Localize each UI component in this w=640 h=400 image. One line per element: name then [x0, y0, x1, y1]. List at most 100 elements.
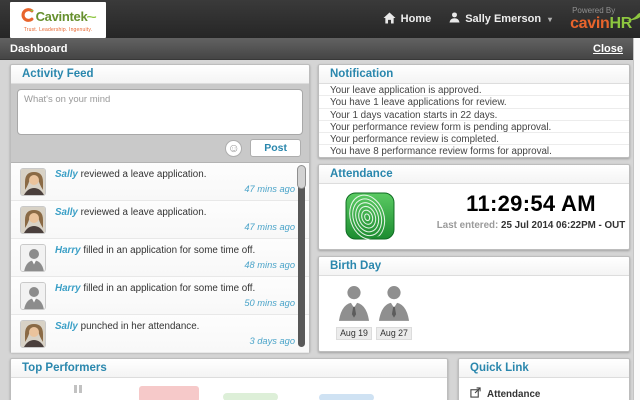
feed-item[interactable]: Sally punched in her attendance. 3 days … — [11, 315, 309, 353]
feed-item-text: Sally reviewed a leave application. — [55, 169, 295, 180]
activity-feed-panel: Activity Feed ☺ Post Sally reviewed a le… — [10, 64, 310, 353]
cavintek-swoosh: ~ — [86, 9, 98, 24]
feed-action: punched in her attendance. — [80, 321, 200, 332]
top-nav-right: Home Sally Emerson ▾ Powered By cavinHR — [383, 0, 640, 38]
notification-item[interactable]: Your performance review is completed. — [319, 133, 629, 146]
page-title: Dashboard — [10, 42, 68, 55]
avatar-silhouette-man — [20, 244, 46, 272]
feed-scrollbar-track[interactable] — [298, 171, 305, 347]
fingerprint-icon[interactable] — [345, 192, 395, 240]
feed-action: reviewed a leave application. — [80, 169, 207, 180]
cavintek-logo-row: Cavintek ~ — [21, 7, 98, 26]
cavinhr-brand-left: cavin — [570, 14, 610, 32]
birthday-date: Aug 19 — [336, 327, 372, 340]
feed-timestamp: 50 mins ago — [244, 298, 295, 308]
right-page-strip — [633, 38, 640, 400]
attendance-title: Attendance — [319, 165, 629, 184]
feed-timestamp: 47 mins ago — [244, 222, 295, 232]
nav-home-label: Home — [400, 13, 432, 25]
feed-item[interactable]: Sally reviewed a leave application. 47 m… — [11, 163, 309, 201]
quick-link-label: Attendance — [487, 388, 541, 400]
feed-item-text: Sally reviewed a leave application. — [55, 207, 295, 218]
feed-action: filled in an application for some time o… — [83, 245, 256, 256]
feed-item-text: Harry filled in an application for some … — [55, 283, 295, 294]
attendance-body: 11:29:54 AM Last entered: 25 Jul 2014 06… — [319, 184, 629, 240]
feed-action: filled in an application for some time o… — [83, 283, 256, 294]
last-entered-label: Last entered: — [436, 220, 499, 232]
composer-actions: ☺ Post — [17, 135, 303, 159]
birthday-panel: Birth Day Aug 19 Aug 27 — [318, 256, 630, 352]
cavintek-brand-text: Cavintek — [35, 9, 88, 24]
last-entered-line: Last entered: 25 Jul 2014 06:22PM - OUT — [433, 220, 629, 231]
feed-item[interactable]: Sally reviewed a leave application. 47 m… — [11, 201, 309, 239]
birthday-person[interactable]: Aug 27 — [376, 285, 412, 340]
quick-link-title: Quick Link — [459, 359, 629, 378]
feed-item[interactable]: Harry filled in an application for some … — [11, 277, 309, 315]
cavintek-logo[interactable]: Cavintek ~ Trust. Leadership. Ingenuity. — [10, 2, 106, 38]
notification-item[interactable]: Your leave application is approved. — [319, 84, 629, 97]
avatar-photo-woman — [20, 320, 46, 348]
nav-user-label: Sally Emerson — [465, 13, 542, 25]
post-button[interactable]: Post — [250, 139, 301, 157]
feed-actor: Sally — [55, 169, 78, 180]
last-entered-value: 25 Jul 2014 06:22PM - OUT — [501, 220, 626, 232]
home-icon — [383, 11, 396, 27]
feed-actor: Harry — [55, 245, 81, 256]
leaf-icon — [626, 10, 640, 26]
powered-by-label: Powered By — [572, 5, 616, 15]
cavintek-c-icon — [21, 7, 34, 26]
feed-list: Sally reviewed a leave application. 47 m… — [11, 163, 309, 353]
performer-badge-green — [223, 393, 278, 400]
nav-home[interactable]: Home — [383, 11, 432, 27]
activity-feed-title: Activity Feed — [11, 65, 309, 84]
feed-timestamp: 48 mins ago — [244, 260, 295, 270]
attendance-clock: 11:29:54 AM — [466, 191, 596, 216]
birthday-title: Birth Day — [319, 257, 629, 276]
clock-area: 11:29:54 AM Last entered: 25 Jul 2014 06… — [433, 191, 629, 231]
feed-item-text: Sally punched in her attendance. — [55, 321, 295, 332]
feed-item-text: Harry filled in an application for some … — [55, 245, 295, 256]
pause-icon — [74, 385, 82, 393]
notification-item[interactable]: Your performance review form is pending … — [319, 121, 629, 134]
status-input[interactable] — [17, 89, 303, 135]
feed-action: reviewed a leave application. — [80, 207, 207, 218]
avatar-photo-woman — [20, 168, 46, 196]
feed-actor: Harry — [55, 283, 81, 294]
feed-composer: ☺ Post — [11, 84, 309, 163]
feed-actor: Sally — [55, 207, 78, 218]
birthday-body: Aug 19 Aug 27 — [319, 276, 629, 340]
feed-timestamp: 47 mins ago — [244, 184, 295, 194]
nav-user-menu[interactable]: Sally Emerson ▾ — [449, 12, 552, 26]
top-nav-bar: Cavintek ~ Trust. Leadership. Ingenuity.… — [0, 0, 640, 38]
feed-scrollbar-thumb[interactable] — [297, 165, 306, 189]
feed-actor: Sally — [55, 321, 78, 332]
avatar-photo-woman — [20, 206, 46, 234]
avatar-silhouette-man — [20, 282, 46, 310]
dashboard-screen: Cavintek ~ Trust. Leadership. Ingenuity.… — [0, 0, 640, 400]
dashboard-titlebar: Dashboard Close — [0, 38, 633, 60]
notification-item[interactable]: You have 8 performance review forms for … — [319, 145, 629, 157]
performer-badge-red — [139, 386, 199, 400]
user-icon — [449, 12, 460, 26]
cavinhr-logo[interactable]: Powered By cavinHR — [570, 5, 640, 32]
birthday-person[interactable]: Aug 19 — [336, 285, 372, 340]
chevron-down-icon: ▾ — [548, 14, 553, 24]
cavintek-tagline: Trust. Leadership. Ingenuity. — [23, 26, 93, 33]
top-performers-title: Top Performers — [11, 359, 447, 378]
smiley-icon[interactable]: ☺ — [225, 139, 243, 157]
notification-title: Notification — [319, 65, 629, 84]
notification-item[interactable]: Your 1 days vacation starts in 22 days. — [319, 109, 629, 121]
top-performers-panel: Top Performers — [10, 358, 448, 400]
notification-panel: Notification Your leave application is a… — [318, 64, 630, 158]
feed-item[interactable]: Harry filled in an application for some … — [11, 239, 309, 277]
quick-link-panel: Quick Link Attendance — [458, 358, 630, 400]
external-link-icon — [470, 385, 481, 400]
close-link[interactable]: Close — [593, 43, 623, 55]
performer-badge-blue — [319, 394, 374, 400]
quick-link-attendance[interactable]: Attendance — [459, 378, 629, 400]
feed-timestamp: 3 days ago — [249, 336, 296, 346]
avatar-silhouette — [338, 285, 370, 326]
cavinhr-brand: cavinHR — [570, 12, 640, 32]
birthday-date: Aug 27 — [376, 327, 412, 340]
notification-item[interactable]: You have 1 leave applications for review… — [319, 96, 629, 109]
